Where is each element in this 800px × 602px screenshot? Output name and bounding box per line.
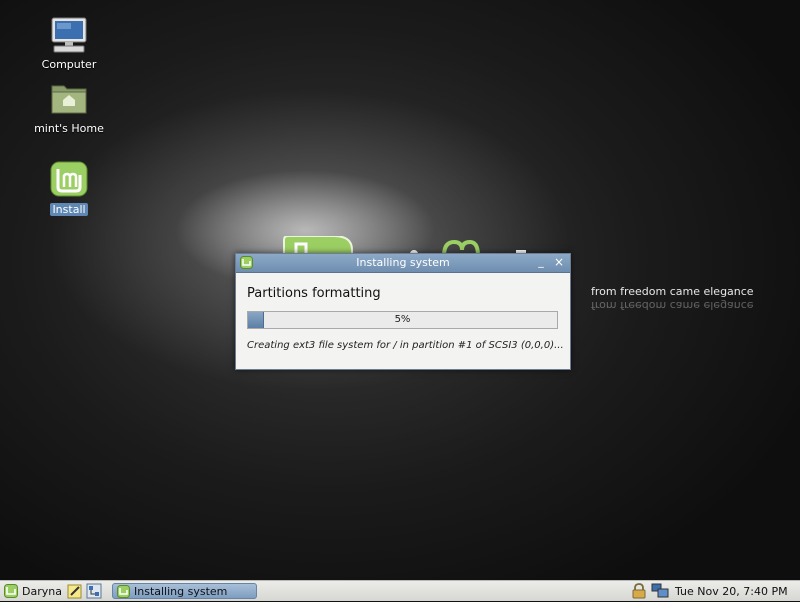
close-button[interactable]: × — [552, 255, 566, 269]
desktop-icon-label: Computer — [41, 58, 97, 71]
network-tray[interactable] — [651, 583, 669, 602]
main-menu-button[interactable]: Daryna — [4, 583, 62, 599]
linux-mint-install-icon — [49, 161, 89, 201]
bottom-panel: Daryna Installing system Tue Nov 20, 7:4… — [0, 580, 800, 601]
progress-bar: 5% — [247, 311, 558, 329]
update-manager-tray[interactable] — [632, 583, 646, 602]
computer-icon — [49, 16, 89, 56]
dialog-title: Installing system — [356, 256, 450, 269]
clock[interactable]: Tue Nov 20, 7:40 PM — [675, 585, 788, 598]
dialog-heading: Partitions formatting — [247, 286, 381, 301]
linux-mint-menu-icon — [4, 584, 18, 598]
minimize-button[interactable]: _ — [534, 255, 548, 269]
dialog-titlebar[interactable]: Installing system _ × — [236, 254, 570, 273]
installing-system-dialog: Installing system _ × Partitions formatt… — [235, 253, 571, 370]
wallpaper-slogan-reflection: from freedom came elegance — [591, 299, 754, 312]
home-folder-icon — [49, 80, 89, 120]
desktop-icon-computer[interactable]: Computer — [29, 16, 109, 71]
text-editor-launcher[interactable] — [67, 583, 83, 602]
progress-label: 5% — [394, 314, 411, 325]
network-connection-icon — [651, 583, 669, 598]
desktop-icon-home[interactable]: mint's Home — [29, 80, 109, 135]
linux-mint-app-icon — [117, 584, 130, 598]
text-editor-icon — [67, 584, 82, 599]
wallpaper-slogan: from freedom came elegance — [591, 285, 754, 298]
desktop-icon-label: Install — [50, 203, 88, 216]
status-text: Creating ext3 file system for / in parti… — [247, 340, 564, 351]
desktop-icon-label: mint's Home — [34, 122, 104, 135]
network-places-icon — [86, 583, 102, 599]
lock-icon — [632, 583, 646, 599]
taskbar-item-installing-system[interactable]: Installing system — [112, 583, 257, 599]
main-menu-label: Daryna — [22, 584, 62, 598]
taskbar-item-label: Installing system — [134, 584, 228, 598]
network-launcher[interactable] — [86, 583, 102, 602]
desktop-icon-install[interactable]: Install — [29, 161, 109, 216]
